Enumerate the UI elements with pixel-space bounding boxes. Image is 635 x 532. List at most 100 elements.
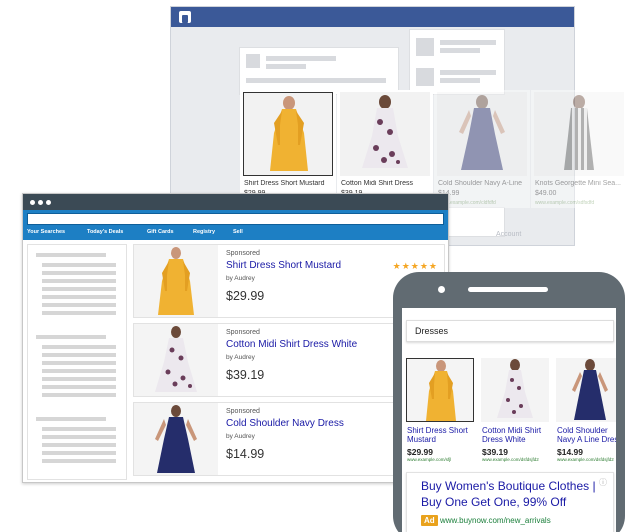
- placeholder-line: [42, 377, 116, 381]
- result-title-link[interactable]: Cold Shoulder Navy Dress: [226, 418, 344, 429]
- striped-dress-image: [534, 92, 624, 176]
- desktop-browser-window: Your Searches Today's Deals Gift Cards R…: [22, 193, 449, 483]
- navy-dress-image: [437, 92, 527, 176]
- placeholder-line: [42, 443, 116, 447]
- info-icon[interactable]: ⓘ: [599, 477, 607, 488]
- placeholder-line: [42, 427, 116, 431]
- placeholder-line: [42, 435, 116, 439]
- placeholder-line: [42, 393, 116, 397]
- placeholder-line: [42, 271, 116, 275]
- carousel-card[interactable]: Shirt Dress Short Mustard $29.99: [240, 90, 336, 208]
- nav-link-registry[interactable]: Registry: [193, 229, 215, 235]
- placeholder-line: [42, 361, 116, 365]
- phone-screen: Dresses Shirt Dress Short Mustard $29.99…: [402, 308, 616, 532]
- placeholder-thumb: [416, 68, 434, 86]
- sponsored-label: Sponsored: [226, 329, 260, 336]
- result-seller: by Audrey: [226, 433, 255, 440]
- carousel-card[interactable]: Knots Georgette Mini Sea... $49.00 www.e…: [531, 90, 627, 208]
- window-dot-icon[interactable]: [46, 200, 51, 205]
- yellow-dress-image[interactable]: [406, 358, 474, 422]
- placeholder-line: [42, 345, 116, 349]
- text-ad[interactable]: ⓘ Buy Women's Boutique Clothes | Buy One…: [406, 472, 614, 532]
- placeholder-line: [42, 279, 116, 283]
- ad-display-url[interactable]: www.buynow.com/new_arrivals: [440, 516, 551, 525]
- result-seller: by Audrey: [226, 275, 255, 282]
- shopping-card-price: $14.99: [557, 447, 583, 457]
- window-dot-icon[interactable]: [38, 200, 43, 205]
- placeholder-line: [42, 353, 116, 357]
- shopping-card-price: $39.19: [482, 447, 508, 457]
- yellow-dress-image[interactable]: [134, 245, 218, 317]
- placeholder-line: [42, 295, 116, 299]
- placeholder-line: [42, 451, 116, 455]
- nav-link-gift-cards[interactable]: Gift Cards: [147, 229, 174, 235]
- result-title-link[interactable]: Shirt Dress Short Mustard: [226, 260, 341, 271]
- placeholder-line: [440, 70, 496, 75]
- placeholder-line: [42, 263, 116, 267]
- nav-link-sell[interactable]: Sell: [233, 229, 243, 235]
- shopping-card-url[interactable]: www.example.com/dsfdsjfd2: [482, 457, 539, 462]
- navy-dress-image[interactable]: [134, 403, 218, 475]
- social-top-bar: [171, 7, 574, 27]
- sidebar-placeholder-card: [409, 29, 505, 95]
- nav-link-your-searches[interactable]: Your Searches: [27, 229, 65, 235]
- star-rating-icon: ★★★★★: [392, 261, 438, 271]
- shopping-card[interactable]: Shirt Dress Short Mustard $29.99 www.exa…: [404, 358, 476, 468]
- result-title-link[interactable]: Cotton Midi Shirt Dress White: [226, 339, 357, 350]
- faded-account-label: Account: [496, 231, 522, 238]
- navy-dress-image[interactable]: [556, 358, 616, 422]
- carousel-title[interactable]: Shirt Dress Short Mustard: [244, 180, 336, 187]
- placeholder-line: [42, 303, 116, 307]
- placeholder-line: [42, 311, 116, 315]
- carousel-ad: Shirt Dress Short Mustard $29.99 Cotton …: [240, 90, 628, 210]
- placeholder-line: [440, 40, 496, 45]
- placeholder-line: [42, 287, 116, 291]
- filter-sidebar: [27, 244, 127, 480]
- window-dot-icon[interactable]: [30, 200, 35, 205]
- carousel-title[interactable]: Knots Georgette Mini Sea...: [535, 180, 627, 187]
- store-search-input[interactable]: [27, 213, 444, 225]
- result-price: $29.99: [226, 289, 265, 303]
- placeholder-line: [440, 48, 480, 53]
- social-logo-icon[interactable]: [179, 11, 191, 23]
- carousel-url[interactable]: www.example.com/sdfsdfd: [535, 200, 594, 206]
- shopping-card-price: $29.99: [407, 447, 433, 457]
- nav-link-todays-deals[interactable]: Today's Deals: [87, 229, 123, 235]
- placeholder-line: [42, 369, 116, 373]
- mobile-search-input[interactable]: Dresses: [406, 320, 614, 342]
- carousel-price: $49.00: [535, 190, 557, 197]
- shopping-card-url[interactable]: www.example.com/sfjl: [407, 457, 451, 462]
- result-price: $14.99: [226, 447, 265, 461]
- ad-badge: Ad: [421, 515, 438, 526]
- mobile-phone: Dresses Shirt Dress Short Mustard $29.99…: [393, 272, 625, 532]
- placeholder-line: [36, 335, 106, 339]
- floral-dress-image[interactable]: [481, 358, 549, 422]
- placeholder-line: [266, 64, 306, 69]
- avatar: [246, 54, 260, 68]
- sponsored-label: Sponsored: [226, 250, 260, 257]
- carousel-card[interactable]: Cotton Midi Shirt Dress $39.19: [337, 90, 433, 208]
- ad-headline-link[interactable]: Buy Women's Boutique Clothes |: [421, 479, 596, 493]
- ad-headline-link[interactable]: Buy One Get One, 99% Off: [421, 495, 566, 509]
- carousel-title[interactable]: Cold Shoulder Navy A-Line: [438, 180, 530, 187]
- placeholder-thumb: [416, 38, 434, 56]
- placeholder-line: [440, 78, 480, 83]
- shopping-card-title[interactable]: Cold Shoulder Navy A Line Dress: [557, 426, 616, 444]
- placeholder-line: [246, 78, 386, 83]
- shopping-card-title[interactable]: Shirt Dress Short Mustard: [407, 426, 477, 444]
- sponsored-label: Sponsored: [226, 408, 260, 415]
- carousel-title[interactable]: Cotton Midi Shirt Dress: [341, 180, 433, 187]
- placeholder-line: [42, 459, 116, 463]
- shopping-card[interactable]: Cotton Midi Shirt Dress White $39.19 www…: [479, 358, 551, 468]
- floral-dress-image[interactable]: [134, 324, 218, 396]
- store-nav-bar: Your Searches Today's Deals Gift Cards R…: [23, 210, 448, 240]
- placeholder-line: [36, 417, 106, 421]
- placeholder-line: [36, 253, 106, 257]
- placeholder-line: [42, 385, 116, 389]
- shopping-card-title[interactable]: Cotton Midi Shirt Dress White: [482, 426, 552, 444]
- carousel-card[interactable]: Cold Shoulder Navy A-Line $14.99 www.exa…: [434, 90, 530, 208]
- phone-speaker-icon: [468, 287, 548, 292]
- result-price: $39.19: [226, 368, 265, 382]
- shopping-card-url[interactable]: www.example.com/dsfdsjfd2: [557, 457, 614, 462]
- shopping-card[interactable]: Cold Shoulder Navy A Line Dress $14.99 w…: [554, 358, 616, 468]
